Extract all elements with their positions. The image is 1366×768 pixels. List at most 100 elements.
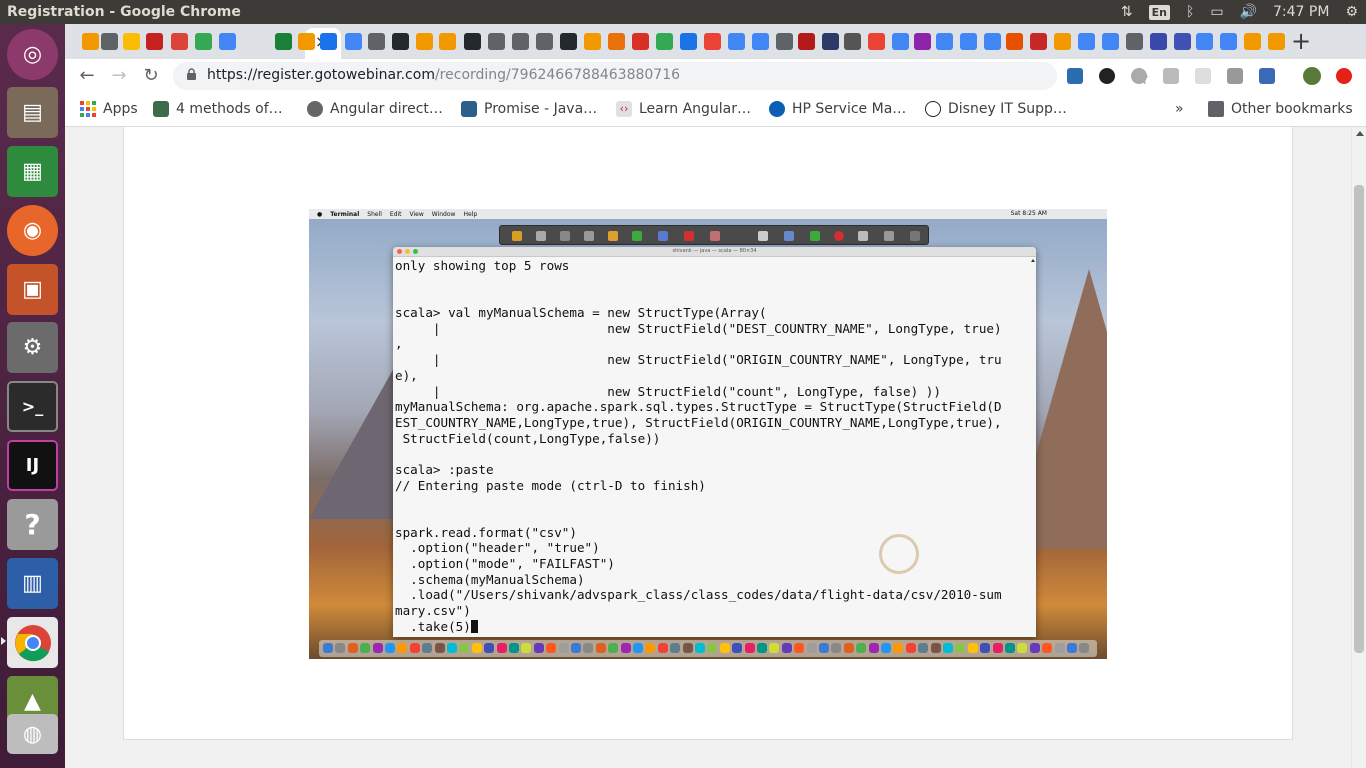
bookmark-4-methods[interactable]: 4 methods of… [153, 101, 283, 117]
tab-favicon-icon[interactable] [536, 33, 553, 50]
tab-favicon-icon[interactable] [680, 33, 697, 50]
tab-favicon-icon[interactable] [822, 33, 839, 50]
tab-favicon-icon[interactable] [320, 33, 337, 50]
bookmark-hp-service[interactable]: HP Service Ma… [769, 101, 906, 117]
back-button[interactable]: ← [74, 63, 100, 89]
tab-favicon-icon[interactable] [512, 33, 529, 50]
tab-favicon-icon[interactable] [298, 33, 315, 50]
tab-favicon-icon[interactable] [1054, 33, 1071, 50]
forward-button[interactable]: → [106, 63, 132, 89]
bookmarks-overflow-chevron[interactable]: » [1175, 101, 1184, 117]
bookmark-other-bookmarks[interactable]: Other bookmarks [1208, 101, 1353, 117]
tab-favicon-icon[interactable] [345, 33, 362, 50]
tab-favicon-icon[interactable] [195, 33, 212, 50]
tab-favicon-icon[interactable] [1150, 33, 1167, 50]
tab-favicon-icon[interactable] [1126, 33, 1143, 50]
session-gear-icon[interactable]: ⚙ [1345, 4, 1358, 20]
page-scrollbar[interactable] [1351, 127, 1366, 768]
tab-favicon-icon[interactable] [1244, 33, 1261, 50]
profile-avatar[interactable] [1303, 67, 1321, 85]
disk-icon[interactable]: ◍ [7, 714, 58, 754]
bookmark-disney-it[interactable]: Disney IT Supp… [925, 101, 1067, 117]
tab-favicon-icon[interactable] [752, 33, 769, 50]
new-tab-button[interactable]: + [1291, 27, 1311, 55]
tab-favicon-icon[interactable] [656, 33, 673, 50]
tab-favicon-icon[interactable] [146, 33, 163, 50]
extension-window-icon[interactable] [1259, 68, 1275, 84]
keyboard-layout-indicator[interactable]: En [1148, 4, 1170, 20]
tab-favicon-icon[interactable] [844, 33, 861, 50]
tab-favicon-icon[interactable] [416, 33, 433, 50]
files-icon[interactable]: ▤ [7, 87, 58, 138]
tab-favicon-icon[interactable] [275, 33, 292, 50]
dock-app-icon [881, 643, 891, 653]
tab-favicon-icon[interactable] [914, 33, 931, 50]
tab-favicon-icon[interactable] [1102, 33, 1119, 50]
webinar-recording-video[interactable]: ● Terminal Shell Edit View Window Help S… [309, 209, 1107, 659]
bookmark-learn-angular[interactable]: ‹› Learn Angular… [616, 101, 751, 117]
tab-favicon-icon[interactable] [892, 33, 909, 50]
system-settings-icon[interactable]: ⚙ [7, 322, 58, 373]
ubuntu-dash-icon[interactable]: ◎ [7, 29, 58, 80]
battery-icon[interactable]: ▭ [1210, 4, 1223, 20]
extension-spreadsheet-icon[interactable] [1067, 68, 1083, 84]
tab-favicon-icon[interactable] [798, 33, 815, 50]
bookmark-apps[interactable]: Apps [80, 101, 138, 117]
extension-puzzle-icon[interactable] [1163, 68, 1179, 84]
tab-favicon-icon[interactable] [392, 33, 409, 50]
tab-favicon-icon[interactable] [1268, 33, 1285, 50]
extension-hexagon-icon[interactable] [1131, 68, 1147, 84]
tab-favicon-icon[interactable] [101, 33, 118, 50]
tab-favicon-icon[interactable] [171, 33, 188, 50]
tab-favicon-icon[interactable] [439, 33, 456, 50]
address-bar[interactable]: https://register.gotowebinar.com/recordi… [173, 62, 1149, 90]
bookmark-promise-java[interactable]: Promise - Java… [461, 101, 597, 117]
tab-favicon-icon[interactable] [123, 33, 140, 50]
tab-favicon-icon[interactable] [984, 33, 1001, 50]
tab-favicon-icon[interactable] [1030, 33, 1047, 50]
scroll-up-arrow[interactable] [1356, 131, 1364, 136]
tab-favicon-icon[interactable] [584, 33, 601, 50]
url-text[interactable]: https://register.gotowebinar.com/recordi… [207, 67, 680, 83]
tab-favicon-icon[interactable] [1006, 33, 1023, 50]
scroll-thumb[interactable] [1354, 185, 1364, 653]
intellij-icon[interactable]: IJ [7, 440, 58, 491]
tab-favicon-icon[interactable] [960, 33, 977, 50]
clock[interactable]: 7:47 PM [1273, 4, 1329, 20]
volume-icon[interactable]: 🔊 [1240, 4, 1257, 20]
libreoffice-writer-icon[interactable]: ▥ [7, 558, 58, 609]
tab-favicon-icon[interactable] [560, 33, 577, 50]
tab-favicon-icon[interactable] [728, 33, 745, 50]
tab-favicon-icon[interactable] [868, 33, 885, 50]
dock-app-icon [1067, 643, 1077, 653]
bluetooth-icon[interactable]: ᛒ [1186, 4, 1194, 20]
tab-favicon-icon[interactable] [219, 33, 236, 50]
close-tool-icon [910, 231, 920, 241]
tab-favicon-icon[interactable] [1174, 33, 1191, 50]
tab-favicon-icon[interactable] [936, 33, 953, 50]
extension-red-icon[interactable] [1336, 68, 1352, 84]
firefox-icon[interactable]: ◉ [7, 205, 58, 256]
terminal-icon[interactable]: >_ [7, 381, 58, 432]
extension-grid-icon[interactable] [1195, 68, 1211, 84]
tab-favicon-icon[interactable] [82, 33, 99, 50]
libreoffice-calc-icon[interactable]: ▦ [7, 146, 58, 197]
tab-favicon-icon[interactable] [632, 33, 649, 50]
extension-camera-icon[interactable] [1227, 68, 1243, 84]
tab-favicon-icon[interactable] [1078, 33, 1095, 50]
tab-favicon-icon[interactable] [464, 33, 481, 50]
bookmark-angular-direct[interactable]: Angular direct… [307, 101, 443, 117]
network-transfer-icon[interactable]: ⇅ [1121, 4, 1133, 20]
tab-favicon-icon[interactable] [1220, 33, 1237, 50]
tab-favicon-icon[interactable] [368, 33, 385, 50]
chrome-icon[interactable] [7, 617, 58, 668]
tab-favicon-icon[interactable] [608, 33, 625, 50]
reload-button[interactable]: ↻ [138, 63, 164, 89]
help-icon[interactable]: ? [7, 499, 58, 550]
tab-favicon-icon[interactable] [776, 33, 793, 50]
extension-paw-icon[interactable] [1099, 68, 1115, 84]
tab-favicon-icon[interactable] [1196, 33, 1213, 50]
tab-favicon-icon[interactable] [704, 33, 721, 50]
tab-favicon-icon[interactable] [488, 33, 505, 50]
libreoffice-impress-icon[interactable]: ▣ [7, 264, 58, 315]
